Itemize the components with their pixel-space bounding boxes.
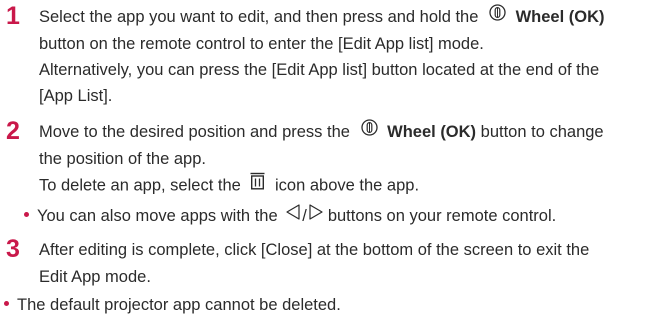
wheel-ok-label: Wheel (OK) xyxy=(515,8,605,26)
step-text: To delete an app, select the xyxy=(39,176,241,195)
right-arrow-icon xyxy=(309,204,323,226)
slash: / xyxy=(302,207,307,225)
step-number: 2 xyxy=(6,117,20,145)
wheel-ok-icon xyxy=(360,119,378,142)
step-1-line-4: [App List]. xyxy=(39,87,113,105)
step-2-sub-bullet: You can also move apps with the / button… xyxy=(24,204,557,228)
step-1-line-1: Select the app you want to edit, and the… xyxy=(39,4,605,29)
step-text: buttons on your remote control. xyxy=(327,207,557,225)
step-text: icon above the app. xyxy=(275,176,420,195)
step-text: Select the app you want to edit, and the… xyxy=(39,8,479,26)
wheel-ok-label: Wheel (OK) xyxy=(387,123,477,141)
note-bullet: The default projector app cannot be dele… xyxy=(4,294,341,316)
step-text: You can also move apps with the xyxy=(37,207,278,225)
step-2-line-2: the position of the app. xyxy=(39,150,206,168)
bullet-dot xyxy=(24,212,29,218)
note-text: The default projector app cannot be dele… xyxy=(17,296,341,314)
left-arrow-icon xyxy=(286,204,300,226)
step-2-line-1: Move to the desired position and press t… xyxy=(39,119,604,144)
step-number: 3 xyxy=(6,235,20,263)
wheel-ok-icon xyxy=(489,4,506,27)
step-1-line-3: Alternatively, you can press the [Edit A… xyxy=(39,61,600,79)
step-3-line-1: After editing is complete, click [Close]… xyxy=(39,241,590,259)
step-2-line-3: To delete an app, select the icon above … xyxy=(39,172,420,198)
step-3-line-2: Edit App mode. xyxy=(39,268,151,286)
bullet-dot xyxy=(4,301,9,307)
trash-icon xyxy=(250,172,265,196)
step-text: button to change xyxy=(480,123,604,141)
step-number: 1 xyxy=(6,2,20,30)
step-1-line-2: button on the remote control to enter th… xyxy=(39,35,484,53)
step-text: Move to the desired position and press t… xyxy=(39,123,350,141)
